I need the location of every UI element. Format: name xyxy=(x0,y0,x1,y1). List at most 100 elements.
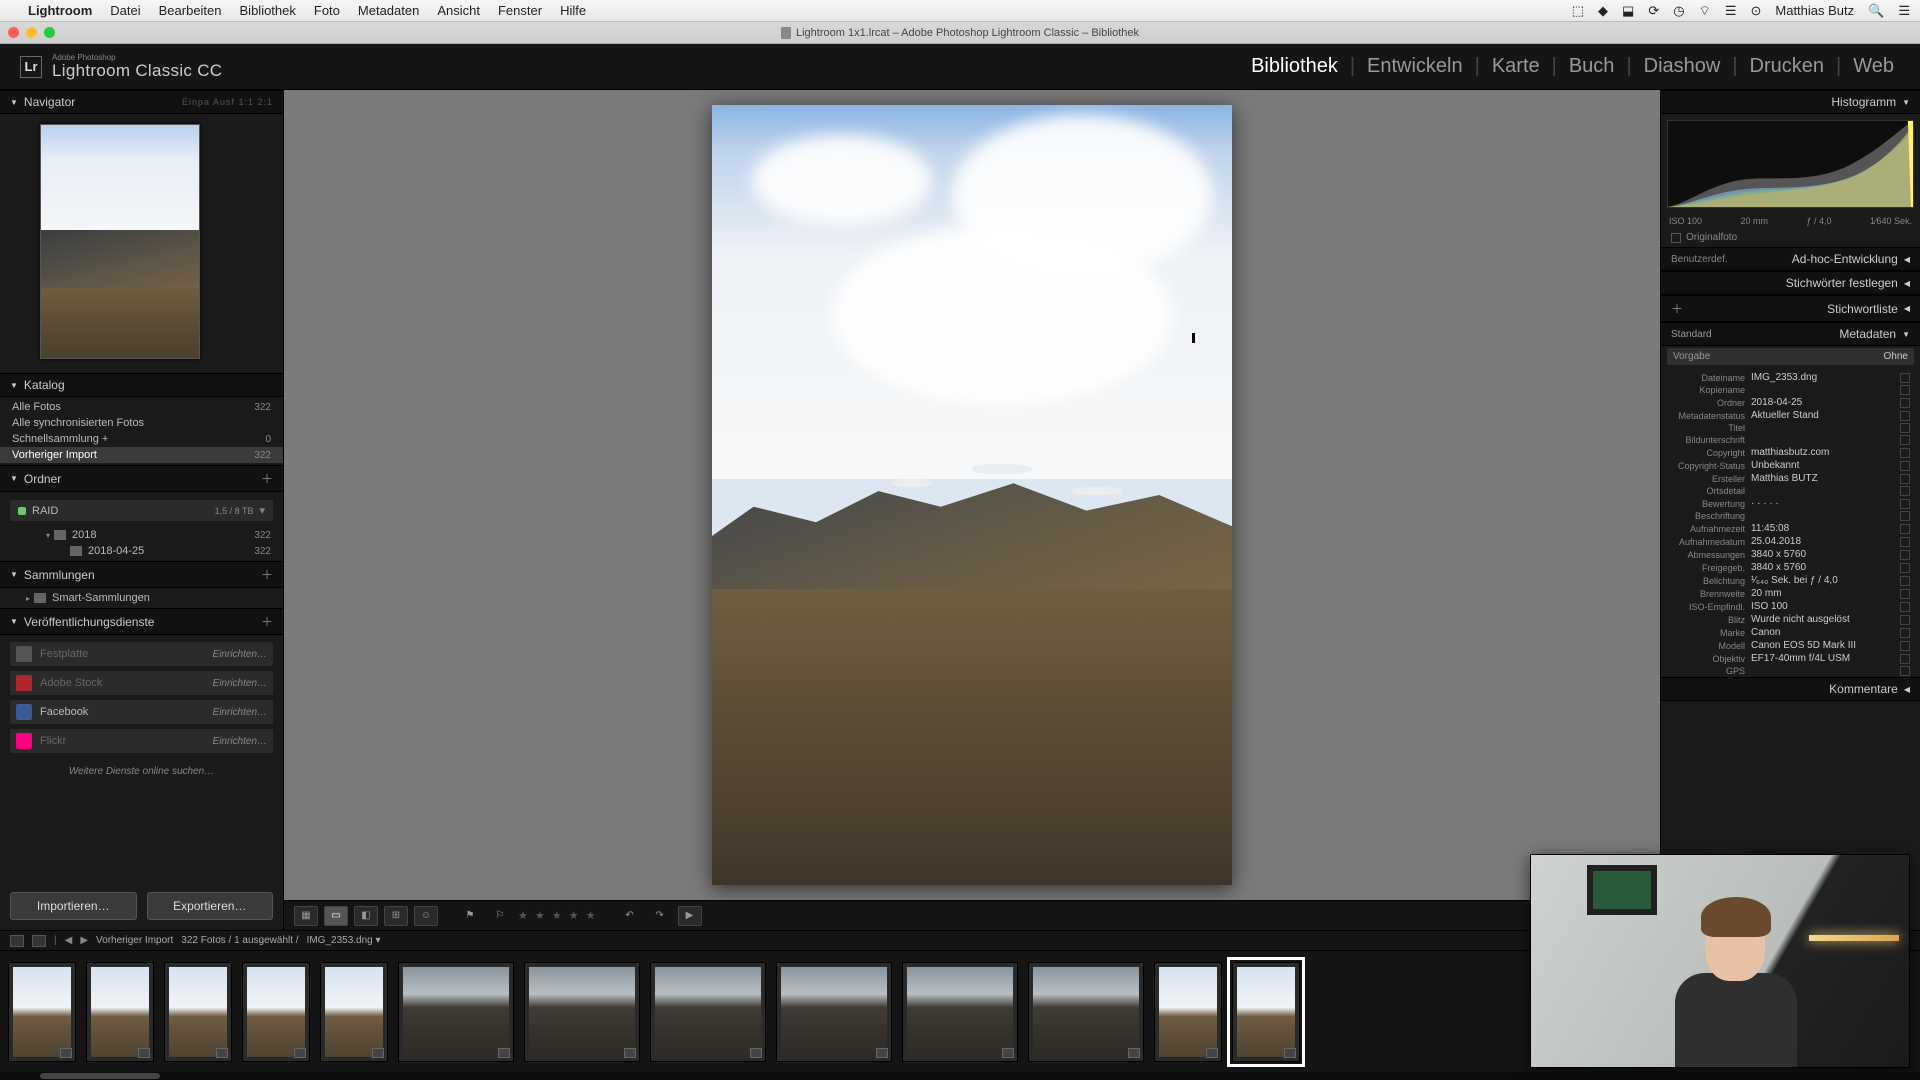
filmstrip-thumb[interactable] xyxy=(242,962,310,1062)
slideshow-button[interactable]: ▶ xyxy=(678,906,702,926)
macos-menubar[interactable]: Lightroom Datei Bearbeiten Bibliothek Fo… xyxy=(0,0,1920,22)
comments-header[interactable]: Kommentare◀ xyxy=(1661,677,1920,701)
module-print[interactable]: Drucken xyxy=(1744,55,1830,78)
setup-link[interactable]: Einrichten… xyxy=(213,649,267,660)
nav-fwd-icon[interactable]: ▶ xyxy=(80,935,88,946)
metadata-row[interactable]: ISO-Empfindl.ISO 100 xyxy=(1661,600,1920,613)
traffic-minimize-icon[interactable] xyxy=(26,27,37,38)
folder-row[interactable]: ▾2018322 xyxy=(0,527,283,543)
rating-stars[interactable]: ★ ★ ★ ★ ★ xyxy=(518,909,598,922)
metadata-action-icon[interactable] xyxy=(1900,474,1910,484)
wifi-icon[interactable]: ⌔ xyxy=(1699,3,1711,19)
menu-help[interactable]: Hilfe xyxy=(560,3,586,18)
metadata-action-icon[interactable] xyxy=(1900,654,1910,664)
metadata-preset-select[interactable]: Vorgabe Ohne xyxy=(1667,348,1914,365)
status-icon[interactable]: ⬚ xyxy=(1572,3,1584,19)
dropbox-icon[interactable]: ⬓ xyxy=(1622,3,1634,19)
loupe-view-button[interactable]: ▭ xyxy=(324,906,348,926)
metadata-row[interactable]: Ortsdetail xyxy=(1661,485,1920,497)
metadata-action-icon[interactable] xyxy=(1900,666,1910,676)
filmstrip-thumb[interactable] xyxy=(1232,962,1300,1062)
metadata-action-icon[interactable] xyxy=(1900,423,1910,433)
menu-edit[interactable]: Bearbeiten xyxy=(159,3,222,18)
loupe-view[interactable] xyxy=(284,90,1660,900)
metadata-action-icon[interactable] xyxy=(1900,435,1910,445)
histogram-header[interactable]: Histogramm▼ xyxy=(1661,90,1920,114)
metadata-action-icon[interactable] xyxy=(1900,641,1910,651)
filmstrip-file[interactable]: IMG_2353.dng ▾ xyxy=(307,935,381,946)
siri-icon[interactable]: ☰ xyxy=(1898,3,1910,19)
metadata-row[interactable]: Beschriftung xyxy=(1661,510,1920,522)
filmstrip-thumb[interactable] xyxy=(86,962,154,1062)
metadata-row[interactable]: Ordner2018-04-25 xyxy=(1661,396,1920,409)
nav-back-icon[interactable]: ◀ xyxy=(65,935,73,946)
publish-service-row[interactable]: FlickrEinrichten… xyxy=(10,729,273,753)
filmstrip-thumb[interactable] xyxy=(320,962,388,1062)
metadata-action-icon[interactable] xyxy=(1900,576,1910,586)
metadata-row[interactable]: Copyrightmatthiasbutz.com xyxy=(1661,446,1920,459)
cc-sync-icon[interactable]: ◆ xyxy=(1598,3,1608,19)
module-book[interactable]: Buch xyxy=(1563,55,1621,78)
metadata-header[interactable]: Standard Metadaten▼ xyxy=(1661,322,1920,346)
metadata-action-icon[interactable] xyxy=(1900,461,1910,471)
navigator-zoom-options[interactable]: Einpa Ausf 1:1 2:1 xyxy=(182,97,273,107)
second-monitor-icon[interactable] xyxy=(10,935,24,947)
filmstrip-thumb[interactable] xyxy=(1154,962,1222,1062)
metadata-row[interactable]: ObjektivEF17-40mm f/4L USM xyxy=(1661,652,1920,665)
navigator-preview[interactable] xyxy=(0,114,283,373)
catalog-row[interactable]: Vorheriger Import322 xyxy=(0,447,283,463)
module-web[interactable]: Web xyxy=(1847,55,1900,78)
export-button[interactable]: Exportieren… xyxy=(147,892,274,920)
catalog-row[interactable]: Schnellsammlung +0 xyxy=(0,431,283,447)
folder-row[interactable]: 2018-04-25322 xyxy=(0,543,283,559)
metadata-row[interactable]: Titel xyxy=(1661,422,1920,434)
disclosure-icon[interactable]: ▼ xyxy=(10,98,18,107)
metadata-row[interactable]: Brennweite20 mm xyxy=(1661,587,1920,600)
filmstrip-scrollbar[interactable] xyxy=(0,1072,1920,1080)
survey-view-button[interactable]: ⊞ xyxy=(384,906,408,926)
metadata-action-icon[interactable] xyxy=(1900,448,1910,458)
metadata-row[interactable]: DateinameIMG_2353.dng xyxy=(1661,371,1920,384)
add-publish-icon[interactable]: ＋ xyxy=(261,613,273,630)
metadata-action-icon[interactable] xyxy=(1900,563,1910,573)
metadata-action-icon[interactable] xyxy=(1900,511,1910,521)
add-folder-icon[interactable]: ＋ xyxy=(261,470,273,487)
metadata-action-icon[interactable] xyxy=(1900,615,1910,625)
publish-service-row[interactable]: Adobe StockEinrichten… xyxy=(10,671,273,695)
folders-header[interactable]: ▼Ordner ＋ xyxy=(0,465,283,492)
traffic-zoom-icon[interactable] xyxy=(44,27,55,38)
metadata-row[interactable]: BlitzWurde nicht ausgelöst xyxy=(1661,613,1920,626)
filmstrip-thumb[interactable] xyxy=(398,962,514,1062)
catalog-row[interactable]: Alle Fotos322 xyxy=(0,399,283,415)
collections-header[interactable]: ▼Sammlungen ＋ xyxy=(0,561,283,588)
histogram[interactable] xyxy=(1667,120,1914,208)
filmstrip-thumb[interactable] xyxy=(8,962,76,1062)
import-button[interactable]: Importieren… xyxy=(10,892,137,920)
navigator-header[interactable]: ▼ Navigator Einpa Ausf 1:1 2:1 xyxy=(0,90,283,114)
metadata-action-icon[interactable] xyxy=(1900,385,1910,395)
flag-reject-icon[interactable]: ⚐ xyxy=(488,906,512,926)
add-collection-icon[interactable]: ＋ xyxy=(261,566,273,583)
keywordlist-header[interactable]: ＋ Stichwortliste◀ xyxy=(1661,295,1920,322)
filmstrip-thumb[interactable] xyxy=(902,962,1018,1062)
menu-photo[interactable]: Foto xyxy=(314,3,340,18)
quickdev-header[interactable]: Benutzerdef. Ad-hoc-Entwicklung◀ xyxy=(1661,247,1920,271)
checkbox-icon[interactable] xyxy=(1671,233,1681,243)
grid-icon[interactable] xyxy=(32,935,46,947)
metadata-action-icon[interactable] xyxy=(1900,589,1910,599)
menu-file[interactable]: Datei xyxy=(110,3,140,18)
metadata-row[interactable]: Kopiename xyxy=(1661,384,1920,396)
find-more-services-link[interactable]: Weitere Dienste online suchen… xyxy=(0,760,283,783)
grid-view-button[interactable]: ▦ xyxy=(294,906,318,926)
module-map[interactable]: Karte xyxy=(1486,55,1546,78)
filmstrip-thumb[interactable] xyxy=(1028,962,1144,1062)
metadata-row[interactable]: Belichtung¹⁄₆₄₀ Sek. bei ƒ / 4,0 xyxy=(1661,574,1920,587)
metadata-row[interactable]: ModellCanon EOS 5D Mark III xyxy=(1661,639,1920,652)
menu-view[interactable]: Ansicht xyxy=(437,3,480,18)
metadata-row[interactable]: MarkeCanon xyxy=(1661,626,1920,639)
publish-service-row[interactable]: FacebookEinrichten… xyxy=(10,700,273,724)
timemachine-icon[interactable]: ◷ xyxy=(1673,3,1684,19)
flag-pick-icon[interactable]: ⚑ xyxy=(458,906,482,926)
rotate-cw-icon[interactable]: ↷ xyxy=(648,906,672,926)
metadata-action-icon[interactable] xyxy=(1900,411,1910,421)
